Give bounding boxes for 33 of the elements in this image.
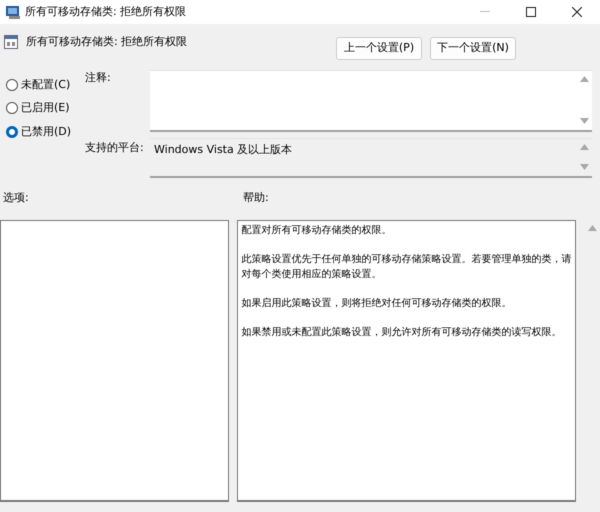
help-paragraph: 此策略设置优先于任何单独的可移动存储策略设置。若要管理单独的类，请对每个类使用相应的策略设置。 <box>241 252 572 282</box>
comment-field[interactable] <box>150 70 592 132</box>
radio-button[interactable] <box>6 78 18 91</box>
radio-label: 已禁用(D) <box>21 124 72 140</box>
radio-label: 已启用(E) <box>21 100 70 116</box>
maximize-icon[interactable] <box>526 7 536 17</box>
radio-button[interactable] <box>6 126 18 138</box>
scroll-down-icon[interactable] <box>580 118 588 124</box>
scroll-up-icon[interactable] <box>588 225 597 231</box>
policy-icon <box>4 35 18 49</box>
radio-button[interactable] <box>6 102 18 114</box>
radio-option[interactable]: 已禁用(D) <box>6 120 80 144</box>
help-paragraph: 如果启用此策略设置，则将拒绝对任何可移动存储类的权限。 <box>241 296 512 311</box>
radio-option[interactable]: 已启用(E) <box>6 96 80 120</box>
platform-label: 支持的平台: <box>85 140 145 156</box>
scroll-up-icon[interactable] <box>580 76 588 82</box>
minimize-icon[interactable] <box>480 11 490 13</box>
help-paragraph: 配置对所有可移动存储类的权限。 <box>241 224 392 238</box>
setting-title: 所有可移动存储类: 拒绝所有权限 <box>26 34 188 50</box>
help-paragraph: 如果禁用或未配置此策略设置，则允许对所有可移动存储类的读写权限。 <box>241 326 562 340</box>
close-icon[interactable] <box>572 7 582 17</box>
previous-setting-button[interactable]: 上一个设置(P) <box>336 37 422 60</box>
radio-option[interactable]: 未配置(C) <box>6 73 80 96</box>
window-title: 所有可移动存储类: 拒绝所有权限 <box>25 4 188 20</box>
radio-label: 未配置(C) <box>21 76 70 92</box>
comment-label: 注释: <box>85 70 112 86</box>
scroll-down-icon[interactable] <box>580 164 588 170</box>
options-label: 选项: <box>3 190 30 206</box>
help-label: 帮助: <box>243 190 269 206</box>
next-setting-button[interactable]: 下一个设置(N) <box>430 37 516 60</box>
app-icon <box>5 4 21 20</box>
platform-text: Windows Vista 及以上版本 <box>153 142 294 158</box>
scroll-up-icon[interactable] <box>580 144 588 150</box>
